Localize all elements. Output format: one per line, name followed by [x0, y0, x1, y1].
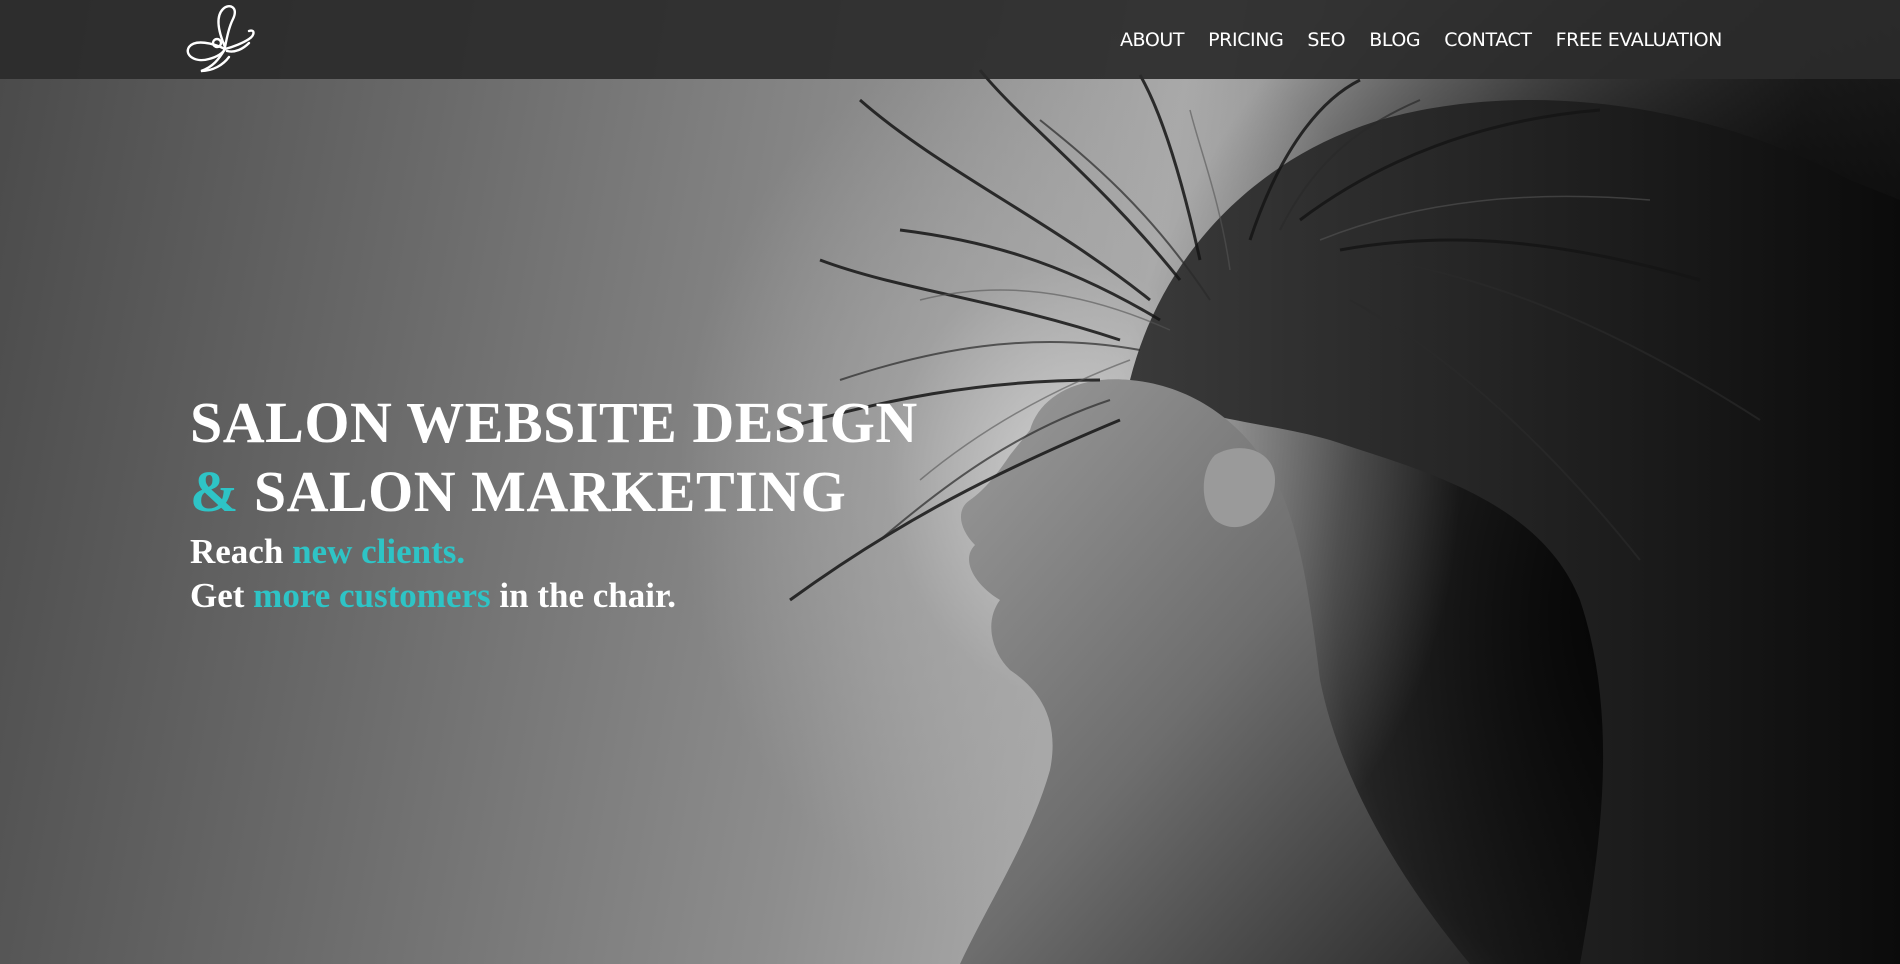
- nav-link-contact[interactable]: CONTACT: [1444, 29, 1532, 51]
- hero-headline: SALON WEBSITE DESIGN & SALON MARKETING: [190, 388, 918, 526]
- nav-link-pricing[interactable]: PRICING: [1208, 29, 1284, 51]
- tagline-reach: Reach: [190, 532, 293, 571]
- nav-link-free-evaluation[interactable]: FREE EVALUATION: [1556, 29, 1723, 51]
- headline-line-1: SALON WEBSITE DESIGN: [190, 390, 918, 455]
- tagline-get: Get: [190, 576, 254, 615]
- tagline-new-clients: new clients.: [292, 532, 466, 571]
- hero-tagline: Reach new clients. Get more customers in…: [190, 530, 918, 618]
- tagline-in-the-chair: in the chair.: [490, 576, 677, 615]
- logo-butterfly-icon[interactable]: [183, 3, 269, 75]
- nav-link-blog[interactable]: BLOG: [1369, 29, 1420, 51]
- top-navbar: ABOUT PRICING SEO BLOG CONTACT FREE EVAL…: [0, 0, 1900, 79]
- headline-ampersand: &: [190, 459, 239, 524]
- headline-line-2: SALON MARKETING: [238, 459, 847, 524]
- nav-link-about[interactable]: ABOUT: [1120, 29, 1185, 51]
- nav-link-seo[interactable]: SEO: [1307, 29, 1345, 51]
- tagline-more-customers: more customers: [253, 576, 491, 615]
- main-nav-menu: ABOUT PRICING SEO BLOG CONTACT FREE EVAL…: [1120, 0, 1722, 79]
- hero-text-block: SALON WEBSITE DESIGN & SALON MARKETING R…: [190, 388, 918, 618]
- page: ABOUT PRICING SEO BLOG CONTACT FREE EVAL…: [0, 0, 1900, 964]
